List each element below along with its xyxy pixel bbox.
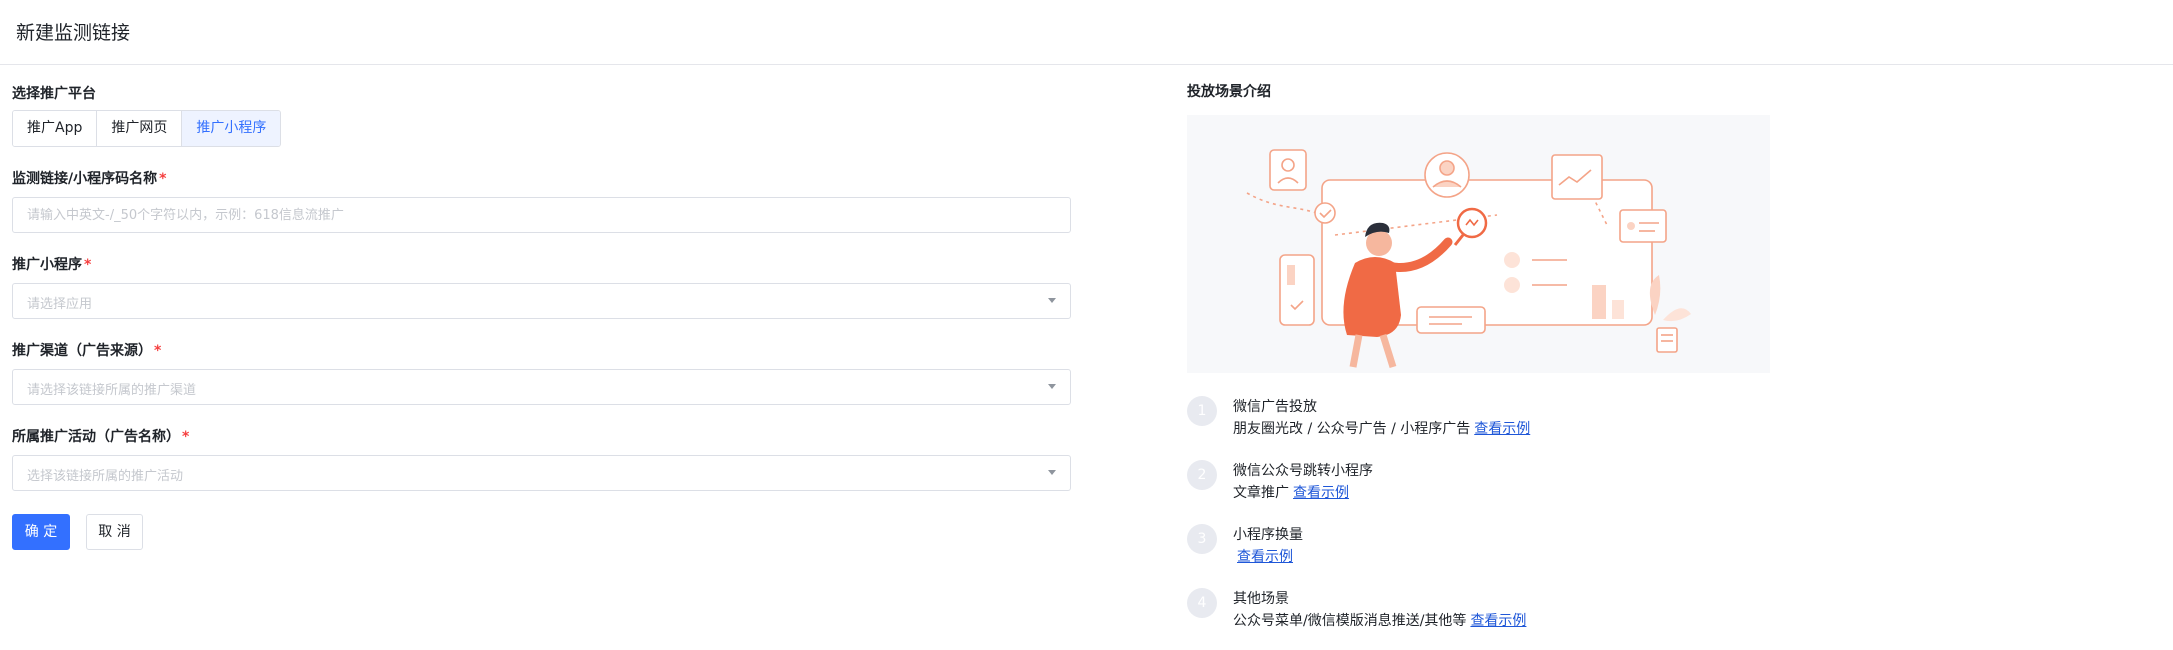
campaign-label-text: 所属推广活动（广告名称） [12, 429, 180, 445]
required-mark: * [84, 257, 92, 273]
view-example-link[interactable]: 查看示例 [1470, 613, 1526, 629]
platform-label: 选择推广平台 [12, 86, 96, 102]
mini-program-select[interactable]: 请选择应用 [12, 283, 1071, 319]
required-mark: * [159, 171, 167, 187]
step-desc: 朋友圈光改 / 公众号广告 / 小程序广告 查看示例 [1233, 418, 1530, 438]
step-desc: 文章推广 查看示例 [1233, 482, 1349, 502]
channel-label: 推广渠道（广告来源） * [12, 340, 161, 360]
step-number: 3 [1187, 524, 1217, 554]
tab-promote-mini-program[interactable]: 推广小程序 [182, 111, 281, 146]
campaign-select[interactable]: 选择该链接所属的推广活动 [12, 455, 1071, 491]
step-title: 小程序换量 [1233, 527, 1303, 543]
channel-select[interactable]: 请选择该链接所属的推广渠道 [12, 369, 1071, 405]
step-desc-text: 公众号菜单/微信模版消息推送/其他等 [1233, 613, 1467, 629]
link-name-input[interactable] [13, 198, 1070, 232]
campaign-placeholder: 选择该链接所属的推广活动 [27, 469, 184, 484]
mini-program-label-text: 推广小程序 [12, 257, 82, 273]
chevron-down-icon [1048, 384, 1056, 389]
channel-placeholder: 请选择该链接所属的推广渠道 [27, 383, 197, 398]
tab-promote-web[interactable]: 推广网页 [97, 111, 183, 146]
step-title: 其他场景 [1233, 591, 1289, 607]
tab-promote-app[interactable]: 推广App [13, 111, 98, 146]
step-number: 1 [1187, 396, 1217, 426]
scenes-title: 投放场景介绍 [1187, 84, 1271, 100]
scene-illustration [1187, 115, 1770, 373]
step-desc: 查看示例 [1233, 546, 1293, 566]
mini-program-label: 推广小程序 * [12, 254, 91, 274]
page-header: 新建监测链接 [0, 0, 2173, 65]
view-example-link[interactable]: 查看示例 [1293, 485, 1349, 501]
step-title: 微信公众号跳转小程序 [1233, 463, 1373, 479]
platform-tabs: 推广App 推广网页 推广小程序 [12, 110, 282, 147]
step-desc-text: 朋友圈光改 / 公众号广告 / 小程序广告 [1233, 421, 1471, 437]
page-title: 新建监测链接 [16, 22, 131, 44]
required-mark: * [182, 429, 190, 445]
channel-label-text: 推广渠道（广告来源） [12, 343, 152, 359]
link-name-label: 监测链接/小程序码名称 * [12, 168, 166, 188]
chevron-down-icon [1048, 470, 1056, 475]
chevron-down-icon [1048, 298, 1056, 303]
step-desc: 公众号菜单/微信模版消息推送/其他等 查看示例 [1233, 610, 1526, 630]
required-mark: * [154, 343, 162, 359]
link-name-field [12, 197, 1071, 233]
step-number: 4 [1187, 588, 1217, 618]
illustration-svg [1246, 149, 1691, 369]
view-example-link[interactable]: 查看示例 [1474, 421, 1530, 437]
link-name-label-text: 监测链接/小程序码名称 [12, 171, 158, 187]
step-desc-text: 文章推广 [1233, 485, 1289, 501]
confirm-button[interactable]: 确 定 [12, 514, 70, 550]
step-number: 2 [1187, 460, 1217, 490]
view-example-link[interactable]: 查看示例 [1237, 549, 1293, 565]
cancel-button[interactable]: 取 消 [86, 514, 143, 550]
mini-program-placeholder: 请选择应用 [27, 297, 93, 312]
campaign-label: 所属推广活动（广告名称） * [12, 426, 189, 446]
step-title: 微信广告投放 [1233, 399, 1317, 415]
